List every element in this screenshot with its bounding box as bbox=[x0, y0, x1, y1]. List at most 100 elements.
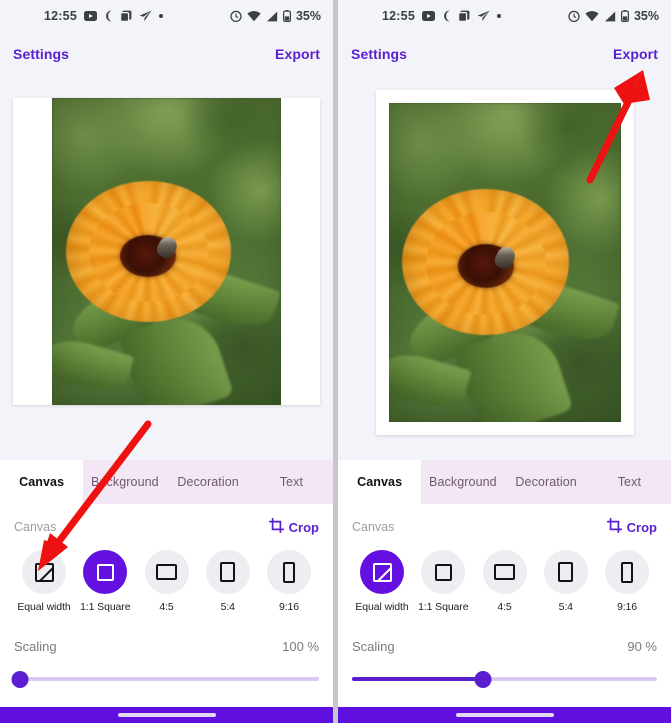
status-time: 12:55 bbox=[382, 9, 415, 23]
scaling-value: 90 % bbox=[627, 639, 657, 654]
scaling-label: Scaling bbox=[14, 639, 57, 654]
status-bar-right: 12:55 35% bbox=[338, 0, 671, 32]
panel-title: Canvas bbox=[352, 520, 395, 534]
home-pill[interactable] bbox=[455, 713, 554, 717]
status-bar-left-group: 12:55 bbox=[382, 9, 501, 23]
tab-canvas[interactable]: Canvas bbox=[0, 460, 84, 504]
canvas-panel-right: Canvas Crop Equal width 1:1 Square 4:5 5… bbox=[338, 504, 671, 707]
ratio-label: 5:4 bbox=[558, 601, 573, 613]
system-nav-bar-left bbox=[0, 707, 333, 723]
export-button[interactable]: Export bbox=[613, 46, 658, 62]
ratio-icon-wrap bbox=[360, 550, 404, 594]
ratio-option-1-1-square[interactable]: 1:1 Square bbox=[414, 550, 472, 613]
alarm-icon bbox=[568, 10, 580, 22]
ratio-icon-wrap bbox=[543, 550, 588, 594]
scaling-slider[interactable] bbox=[352, 670, 657, 688]
canvas-preview-area-right[interactable] bbox=[338, 76, 671, 460]
scaling-header: Scaling 90 % bbox=[352, 639, 657, 654]
scaling-header: Scaling 100 % bbox=[14, 639, 319, 654]
ratio-label: 1:1 Square bbox=[80, 601, 131, 613]
battery-percent: 35% bbox=[295, 9, 321, 23]
tab-text[interactable]: Text bbox=[250, 460, 333, 504]
tab-decoration[interactable]: Decoration bbox=[505, 460, 588, 504]
crop-button[interactable]: Crop bbox=[606, 517, 657, 536]
canvas-frame-square[interactable] bbox=[13, 98, 320, 405]
comparison-screenshot: 12:55 35% Settings Export Canvas Backgro… bbox=[0, 0, 671, 723]
ratio-option-1-1-square[interactable]: 1:1 Square bbox=[76, 550, 134, 613]
battery-icon bbox=[282, 10, 291, 22]
tall-portrait-ratio-icon bbox=[621, 561, 633, 583]
tall-portrait-ratio-icon bbox=[283, 561, 295, 583]
home-pill[interactable] bbox=[117, 713, 216, 717]
flower-bloom bbox=[65, 180, 231, 323]
equal-width-icon bbox=[34, 562, 54, 582]
canvas-frame-equal-width[interactable] bbox=[375, 89, 634, 435]
slider-fill bbox=[352, 677, 484, 681]
tab-background[interactable]: Background bbox=[83, 460, 166, 504]
app-bar-left: Settings Export bbox=[0, 32, 333, 76]
scaling-slider[interactable] bbox=[11, 670, 319, 688]
ratio-label: 1:1 Square bbox=[418, 601, 469, 613]
square-ratio-icon bbox=[96, 563, 114, 581]
ratio-icon-wrap bbox=[482, 550, 527, 594]
canvas-panel-left: Canvas Crop Equal width 1:1 Square 4:5 5… bbox=[0, 504, 333, 707]
slider-thumb[interactable] bbox=[11, 670, 29, 688]
ratio-icon-wrap bbox=[22, 550, 66, 594]
ratio-option-9-16[interactable]: 9:16 bbox=[598, 550, 656, 613]
crop-button[interactable]: Crop bbox=[268, 517, 319, 536]
ratio-option-equal-width[interactable]: Equal width bbox=[353, 550, 411, 613]
telegram-icon bbox=[477, 10, 490, 22]
settings-button[interactable]: Settings bbox=[13, 46, 69, 62]
crop-label: Crop bbox=[626, 519, 657, 535]
photo-preview bbox=[388, 102, 621, 422]
crop-icon bbox=[268, 517, 284, 536]
ratio-label: 4:5 bbox=[497, 601, 512, 613]
crescent-moon-icon bbox=[442, 10, 451, 22]
crescent-moon-icon bbox=[104, 10, 113, 22]
telegram-icon bbox=[139, 10, 152, 22]
youtube-icon bbox=[83, 11, 97, 21]
scaling-label: Scaling bbox=[352, 639, 395, 654]
slider-track bbox=[14, 677, 319, 681]
ratio-option-4-5[interactable]: 4:5 bbox=[138, 550, 196, 613]
portrait-ratio-icon bbox=[220, 562, 236, 582]
export-button[interactable]: Export bbox=[275, 46, 320, 62]
ratio-label: Equal width bbox=[17, 601, 71, 613]
ratio-icon-wrap bbox=[144, 550, 189, 594]
tab-background[interactable]: Background bbox=[421, 460, 504, 504]
ratio-options-right: Equal width 1:1 Square 4:5 5:4 9:16 bbox=[352, 550, 657, 613]
tab-decoration[interactable]: Decoration bbox=[167, 460, 250, 504]
tab-text[interactable]: Text bbox=[588, 460, 671, 504]
canvas-preview-area-left[interactable] bbox=[0, 76, 333, 460]
copy-icon bbox=[119, 10, 132, 22]
ratio-option-5-4[interactable]: 5:4 bbox=[199, 550, 257, 613]
ratio-option-5-4[interactable]: 5:4 bbox=[537, 550, 595, 613]
copy-icon bbox=[457, 10, 470, 22]
status-bar-left-group: 12:55 bbox=[44, 9, 163, 23]
status-bar-right-group: 35% bbox=[230, 9, 321, 23]
wifi-icon bbox=[585, 10, 599, 22]
battery-icon bbox=[620, 10, 629, 22]
ratio-option-9-16[interactable]: 9:16 bbox=[260, 550, 318, 613]
ratio-label: 4:5 bbox=[159, 601, 174, 613]
alarm-icon bbox=[230, 10, 242, 22]
left-phone-screen: 12:55 35% Settings Export Canvas Backgro… bbox=[0, 0, 333, 723]
ratio-option-4-5[interactable]: 4:5 bbox=[476, 550, 534, 613]
ratio-label: 5:4 bbox=[220, 601, 235, 613]
ratio-label: 9:16 bbox=[616, 601, 638, 613]
square-ratio-icon bbox=[434, 563, 452, 581]
slider-thumb[interactable] bbox=[474, 670, 492, 688]
ratio-label: 9:16 bbox=[278, 601, 300, 613]
ratio-icon-wrap bbox=[421, 550, 466, 594]
scaling-section-left: Scaling 100 % bbox=[11, 639, 319, 688]
equal-width-icon bbox=[372, 562, 392, 582]
tab-canvas[interactable]: Canvas bbox=[338, 460, 422, 504]
crop-label: Crop bbox=[288, 519, 319, 535]
ratio-icon-wrap bbox=[83, 550, 128, 594]
signal-icon bbox=[266, 11, 278, 22]
system-nav-bar-right bbox=[338, 707, 671, 723]
small-dot-icon bbox=[496, 14, 501, 18]
ratio-label: Equal width bbox=[355, 601, 409, 613]
ratio-option-equal-width[interactable]: Equal width bbox=[15, 550, 73, 613]
settings-button[interactable]: Settings bbox=[351, 46, 407, 62]
